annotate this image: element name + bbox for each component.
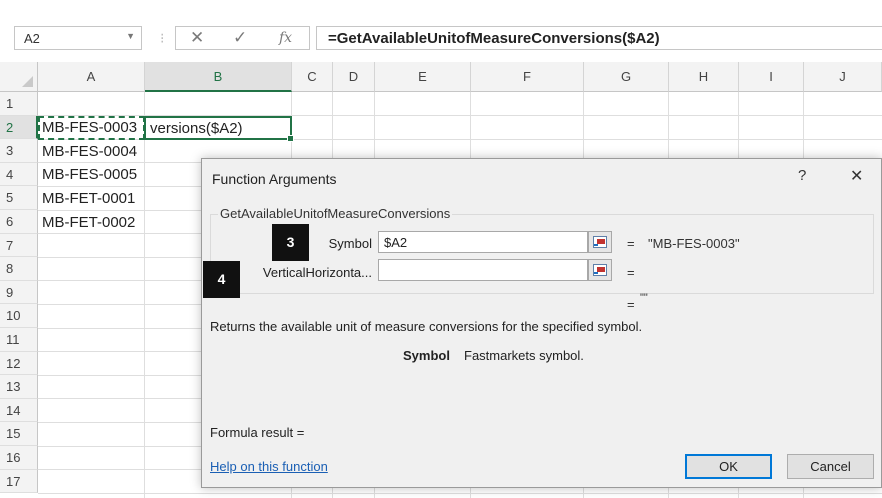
cancel-entry-icon[interactable]: ✕ [190, 28, 204, 48]
cell-a3[interactable]: MB-FES-0004 [42, 140, 137, 163]
column-header-j[interactable]: J [804, 62, 882, 92]
column-header-f[interactable]: F [471, 62, 584, 92]
close-icon[interactable]: ✕ [850, 166, 863, 186]
row-header-5[interactable]: 5 [0, 186, 38, 210]
arg-symbol-equals: = [627, 236, 635, 251]
formula-bar-grip: ⁝ [160, 30, 165, 46]
step-callout-4: 4 [203, 261, 240, 298]
row-header-15[interactable]: 15 [0, 422, 38, 446]
cell-a4[interactable]: MB-FES-0005 [42, 163, 137, 186]
dialog-title: Function Arguments [212, 171, 337, 187]
function-arguments-dialog: Function Arguments ? ✕ GetAvailableUnito… [201, 158, 882, 488]
arg-verticalhorizontal-label: VerticalHorizonta... [262, 265, 372, 280]
function-description: Returns the available unit of measure co… [210, 319, 643, 334]
param-description: Fastmarkets symbol. [464, 348, 584, 363]
formula-input[interactable]: =GetAvailableUnitofMeasureConversions($A… [316, 26, 882, 50]
row-header-10[interactable]: 10 [0, 304, 38, 328]
column-header-g[interactable]: G [584, 62, 669, 92]
formula-buttons: ✕ ✓ fx [175, 26, 310, 50]
function-name: GetAvailableUnitofMeasureConversions [218, 206, 453, 221]
arg-symbol-input[interactable]: $A2 [378, 231, 588, 253]
column-header-b[interactable]: B [145, 62, 292, 92]
name-box-value: A2 [24, 31, 40, 46]
formula-text: =GetAvailableUnitofMeasureConversions($A… [328, 30, 660, 47]
row-header-1[interactable]: 1 [0, 92, 38, 116]
row-header-7[interactable]: 7 [0, 233, 38, 258]
row-header-6[interactable]: 6 [0, 210, 38, 234]
column-header-e[interactable]: E [375, 62, 471, 92]
row-header-16[interactable]: 16 [0, 446, 38, 470]
column-header-h[interactable]: H [669, 62, 739, 92]
function-result-value: "" [640, 292, 648, 304]
row-header-11[interactable]: 11 [0, 328, 38, 352]
function-result-equals: = [627, 297, 635, 312]
collapse-icon-arrow [594, 244, 598, 246]
insert-function-icon[interactable]: fx [279, 30, 292, 46]
collapse-dialog-icon[interactable] [588, 231, 612, 253]
enter-checkmark-icon[interactable]: ✓ [233, 28, 247, 48]
arg-symbol-result: "MB-FES-0003" [648, 236, 740, 251]
name-box[interactable]: A2 ▼ [14, 26, 142, 50]
select-all-corner[interactable] [0, 62, 38, 92]
help-on-function-link[interactable]: Help on this function [210, 459, 328, 474]
column-header-c[interactable]: C [292, 62, 333, 92]
row-header-9[interactable]: 9 [0, 280, 38, 305]
cell-b2-text: versions($A2) [150, 120, 243, 137]
column-header-d[interactable]: D [333, 62, 375, 92]
collapse-icon-range [597, 267, 605, 272]
cell-a2[interactable]: MB-FES-0003 [42, 116, 137, 139]
row-header-17[interactable]: 17 [0, 469, 38, 494]
active-cell-b2[interactable]: versions($A2) [144, 116, 294, 142]
formula-result: Formula result = [210, 425, 305, 440]
column-header-a[interactable]: A [38, 62, 145, 92]
row-header-13[interactable]: 13 [0, 375, 38, 399]
gridline [38, 493, 882, 494]
arg-verticalhorizontal-equals: = [627, 265, 635, 280]
row-header-8[interactable]: 8 [0, 257, 38, 281]
gridline [144, 92, 145, 498]
step-callout-3: 3 [272, 224, 309, 261]
row-header-2[interactable]: 2 [0, 115, 38, 140]
cancel-button[interactable]: Cancel [787, 454, 874, 479]
row-header-12[interactable]: 12 [0, 351, 38, 376]
param-label: Symbol [403, 348, 450, 363]
row-header-4[interactable]: 4 [0, 162, 38, 187]
collapse-dialog-icon[interactable] [588, 259, 612, 281]
chevron-down-icon[interactable]: ▼ [126, 31, 135, 41]
help-icon[interactable]: ? [798, 167, 806, 184]
cell-a6[interactable]: MB-FET-0002 [42, 211, 135, 234]
arguments-group [210, 214, 874, 294]
column-header-i[interactable]: I [739, 62, 804, 92]
row-header-14[interactable]: 14 [0, 398, 38, 423]
arg-verticalhorizontal-input[interactable] [378, 259, 588, 281]
collapse-icon-range [597, 239, 605, 244]
cell-a5[interactable]: MB-FET-0001 [42, 187, 135, 210]
fill-handle[interactable] [287, 135, 294, 142]
row-header-3[interactable]: 3 [0, 139, 38, 163]
collapse-icon-arrow [594, 272, 598, 274]
ok-button[interactable]: OK [685, 454, 772, 479]
